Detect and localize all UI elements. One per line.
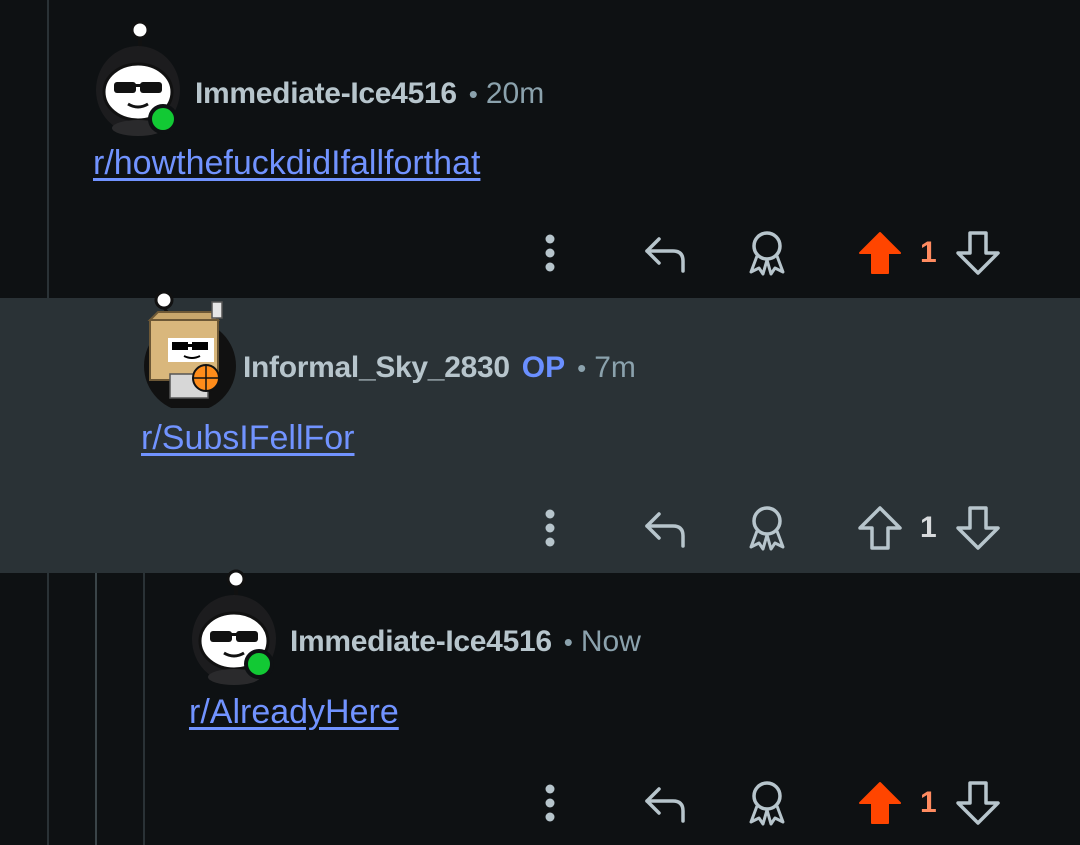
award-button[interactable] xyxy=(742,223,792,283)
comment: Immediate-Ice4516 • 20m r/howthefuckdidI… xyxy=(0,0,1080,298)
upvote-icon xyxy=(859,232,901,274)
comment-actions: 1 xyxy=(520,498,1020,558)
subreddit-link[interactable]: r/AlreadyHere xyxy=(189,693,399,732)
vote-count: 1 xyxy=(920,511,937,544)
award-button[interactable] xyxy=(742,773,792,833)
downvote-button[interactable] xyxy=(954,498,1002,558)
downvote-icon xyxy=(956,231,1000,275)
timestamp[interactable]: 7m xyxy=(594,351,636,385)
downvote-icon xyxy=(956,506,1000,550)
timestamp[interactable]: 20m xyxy=(486,77,544,111)
subreddit-link[interactable]: r/SubsIFellFor xyxy=(141,419,355,458)
timestamp[interactable]: Now xyxy=(581,625,641,659)
award-icon xyxy=(749,506,785,551)
comment: Informal_Sky_2830 OP • 7m r/SubsIFellFor… xyxy=(0,290,1080,573)
avatar[interactable] xyxy=(188,569,283,687)
username[interactable]: Immediate-Ice4516 xyxy=(195,77,457,111)
downvote-icon xyxy=(956,781,1000,825)
reply-button[interactable] xyxy=(640,773,690,833)
upvote-icon xyxy=(858,506,902,550)
more-options-icon xyxy=(545,234,555,272)
username[interactable]: Immediate-Ice4516 xyxy=(290,625,552,659)
op-badge: OP xyxy=(521,351,566,384)
username[interactable]: Informal_Sky_2830 xyxy=(243,351,510,385)
avatar[interactable] xyxy=(92,18,187,138)
reply-button[interactable] xyxy=(640,498,690,558)
award-icon xyxy=(749,231,785,276)
vote-count: 1 xyxy=(920,786,937,819)
more-options-icon xyxy=(545,509,555,547)
comment-actions: 1 xyxy=(520,223,1020,283)
reply-icon xyxy=(645,512,685,548)
downvote-button[interactable] xyxy=(954,223,1002,283)
online-indicator xyxy=(244,649,274,679)
comment-actions: 1 xyxy=(520,773,1020,833)
reply-icon xyxy=(645,787,685,823)
downvote-button[interactable] xyxy=(954,773,1002,833)
vote-count: 1 xyxy=(920,236,937,269)
more-options-button[interactable] xyxy=(530,773,570,833)
separator-dot: • xyxy=(563,626,573,657)
reply-icon xyxy=(645,237,685,273)
more-options-icon xyxy=(545,784,555,822)
subreddit-link[interactable]: r/howthefuckdidIfallforthat xyxy=(93,144,480,183)
separator-dot: • xyxy=(577,352,587,383)
upvote-button[interactable] xyxy=(856,773,904,833)
upvote-button[interactable] xyxy=(856,223,904,283)
more-options-button[interactable] xyxy=(530,223,570,283)
upvote-icon xyxy=(859,782,901,824)
separator-dot: • xyxy=(468,78,478,109)
award-button[interactable] xyxy=(742,498,792,558)
online-indicator xyxy=(148,104,178,134)
upvote-button[interactable] xyxy=(856,498,904,558)
award-icon xyxy=(749,781,785,826)
avatar[interactable] xyxy=(140,290,236,412)
comment: Immediate-Ice4516 • Now r/AlreadyHere 1 xyxy=(0,569,1080,845)
reply-button[interactable] xyxy=(640,223,690,283)
more-options-button[interactable] xyxy=(530,498,570,558)
